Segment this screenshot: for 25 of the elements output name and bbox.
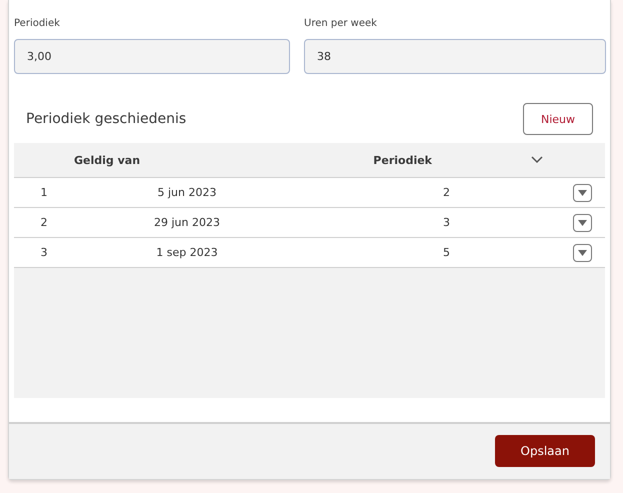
table-cell: 3 — [443, 216, 450, 229]
table-cell: 1 sep 2023 — [156, 246, 218, 259]
caret-down-icon — [578, 250, 586, 256]
chevron-down-icon[interactable] — [531, 156, 543, 164]
section-title: Periodiek geschiedenis — [26, 111, 186, 127]
column-header[interactable]: Geldig van — [74, 154, 140, 166]
table-cell: 5 — [443, 246, 450, 259]
field-label: Periodiek — [14, 18, 61, 31]
row-menu-button[interactable] — [572, 214, 592, 232]
row-number: 1 — [40, 186, 48, 199]
input-field[interactable]: 3,00 — [14, 39, 290, 74]
new-button[interactable]: Nieuw — [523, 103, 593, 135]
row-number: 3 — [40, 246, 48, 259]
caret-down-icon — [578, 220, 586, 226]
caret-down-icon — [578, 190, 586, 196]
column-header[interactable]: Periodiek — [373, 154, 432, 166]
table-cell: 29 jun 2023 — [154, 216, 220, 229]
row-menu-button[interactable] — [572, 244, 592, 262]
save-button[interactable]: Opslaan — [495, 435, 595, 467]
table-cell: 5 jun 2023 — [158, 186, 216, 199]
row-number: 2 — [40, 216, 48, 229]
field-label: Uren per week — [304, 18, 378, 31]
table-cell: 2 — [443, 186, 450, 199]
input-field[interactable]: 38 — [304, 39, 606, 74]
row-menu-button[interactable] — [572, 184, 592, 202]
